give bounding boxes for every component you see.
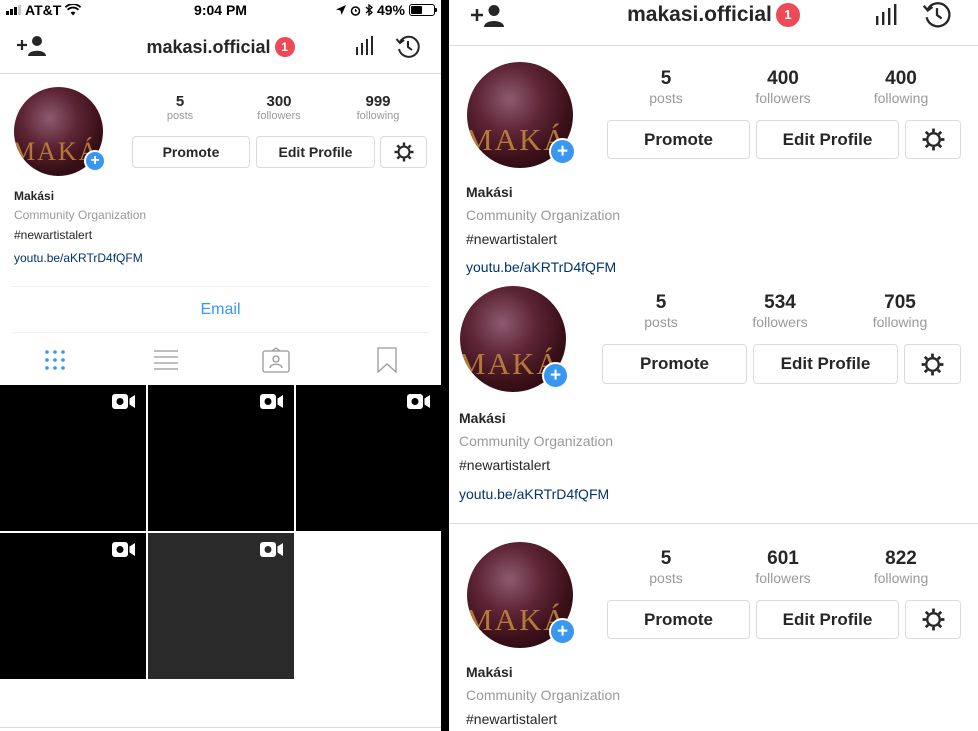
edit-profile-button[interactable]: Edit Profile xyxy=(256,136,375,168)
grid-icon[interactable] xyxy=(40,346,70,374)
profile-avatar[interactable]: MAKÁS + xyxy=(460,286,569,392)
add-story-plus-icon[interactable]: + xyxy=(549,138,576,165)
alarm-icon xyxy=(350,5,361,16)
settings-button[interactable] xyxy=(905,120,961,159)
profile-name: Makási xyxy=(466,664,513,680)
profile-bio: #newartistalert xyxy=(14,228,93,242)
post-tile[interactable] xyxy=(148,533,294,679)
tagged-icon[interactable] xyxy=(261,346,291,374)
profile-link[interactable]: youtu.be/aKRTrD4fQFM xyxy=(466,259,616,275)
following-count[interactable]: 705 following xyxy=(860,292,940,330)
post-tile[interactable] xyxy=(296,385,441,531)
video-camera-icon xyxy=(112,542,135,557)
settings-button[interactable] xyxy=(380,136,427,168)
post-tile[interactable] xyxy=(148,385,294,531)
followers-count[interactable]: 300 followers xyxy=(246,93,312,122)
right-screenshot: makasi.official1 MAKÁS + 5 posts 400 fol… xyxy=(449,0,978,731)
edit-profile-button[interactable]: Edit Profile xyxy=(753,344,898,384)
posts-count[interactable]: 5 posts xyxy=(621,292,701,330)
settings-button[interactable] xyxy=(905,600,961,639)
status-bar: AT&T 9:04 PM 49% xyxy=(0,0,441,20)
followers-count[interactable]: 601 followers xyxy=(743,548,823,586)
add-story-plus-icon[interactable]: + xyxy=(549,618,576,645)
profile-category: Community Organization xyxy=(466,687,621,703)
location-arrow-icon xyxy=(335,5,346,15)
left-screenshot: AT&T 9:04 PM 49% makasi.official1 MAKÁS xyxy=(0,0,441,731)
followers-count[interactable]: 534 followers xyxy=(740,292,820,330)
profile-bio: #newartistalert xyxy=(459,457,551,473)
profile-category: Community Organization xyxy=(14,208,147,222)
list-icon[interactable] xyxy=(151,346,181,374)
video-camera-icon xyxy=(112,394,135,409)
video-camera-icon xyxy=(260,542,283,557)
gear-icon xyxy=(922,128,944,151)
gear-icon xyxy=(394,142,413,162)
promote-button[interactable]: Promote xyxy=(607,600,750,639)
profile-name: Makási xyxy=(466,184,513,200)
bluetooth-icon xyxy=(365,4,373,16)
following-count[interactable]: 400 following xyxy=(861,68,941,106)
profile-category: Community Organization xyxy=(459,433,614,449)
video-camera-icon xyxy=(407,394,430,409)
promote-button[interactable]: Promote xyxy=(602,344,747,384)
battery-icon xyxy=(409,4,437,16)
add-story-plus-icon[interactable]: + xyxy=(542,362,569,389)
profile-avatar[interactable]: MAKÁS + xyxy=(467,62,576,168)
saved-icon[interactable] xyxy=(372,346,402,374)
insights-icon[interactable] xyxy=(875,4,899,26)
profile-header: makasi.official 1 xyxy=(0,22,441,74)
following-count[interactable]: 822 following xyxy=(861,548,941,586)
followers-count[interactable]: 400 followers xyxy=(743,68,823,106)
promote-button[interactable]: Promote xyxy=(607,120,750,159)
email-button[interactable]: Email xyxy=(12,286,429,333)
profile-link[interactable]: youtu.be/aKRTrD4fQFM xyxy=(14,251,143,265)
promote-button[interactable]: Promote xyxy=(132,136,250,168)
tab-bar-divider xyxy=(0,727,441,728)
video-camera-icon xyxy=(260,394,283,409)
posts-count[interactable]: 5 posts xyxy=(626,68,706,106)
gear-icon xyxy=(922,608,944,631)
profile-bio: #newartistalert xyxy=(466,711,558,727)
notification-badge[interactable]: 1 xyxy=(274,37,295,57)
add-story-plus-icon[interactable]: + xyxy=(84,150,106,172)
battery-percent: 49% xyxy=(376,2,405,18)
profile-avatar[interactable]: MAKÁS + xyxy=(14,87,106,176)
section-divider xyxy=(449,523,978,524)
posts-count[interactable]: 5 posts xyxy=(626,548,706,586)
profile-name: Makási xyxy=(14,189,55,203)
following-count[interactable]: 999 following xyxy=(345,93,411,122)
profile-view-tabs xyxy=(0,336,441,384)
post-tile[interactable] xyxy=(0,385,146,531)
post-tile[interactable] xyxy=(0,533,146,679)
posts-count[interactable]: 5 posts xyxy=(150,93,210,122)
profile-category: Community Organization xyxy=(466,207,621,223)
edit-profile-button[interactable]: Edit Profile xyxy=(756,600,899,639)
settings-button[interactable] xyxy=(904,344,961,384)
archive-clock-icon[interactable] xyxy=(395,34,421,60)
edit-profile-button[interactable]: Edit Profile xyxy=(756,120,899,159)
notification-badge[interactable]: 1 xyxy=(775,3,800,27)
archive-clock-icon[interactable] xyxy=(921,0,953,30)
insights-icon[interactable] xyxy=(355,36,375,56)
profile-header: makasi.official 1 xyxy=(449,0,978,46)
profile-name: Makási xyxy=(459,410,506,426)
gear-icon xyxy=(921,353,944,375)
profile-link[interactable]: youtu.be/aKRTrD4fQFM xyxy=(459,486,609,502)
profile-bio: #newartistalert xyxy=(466,231,558,247)
profile-avatar[interactable]: MAKÁS + xyxy=(467,542,576,648)
